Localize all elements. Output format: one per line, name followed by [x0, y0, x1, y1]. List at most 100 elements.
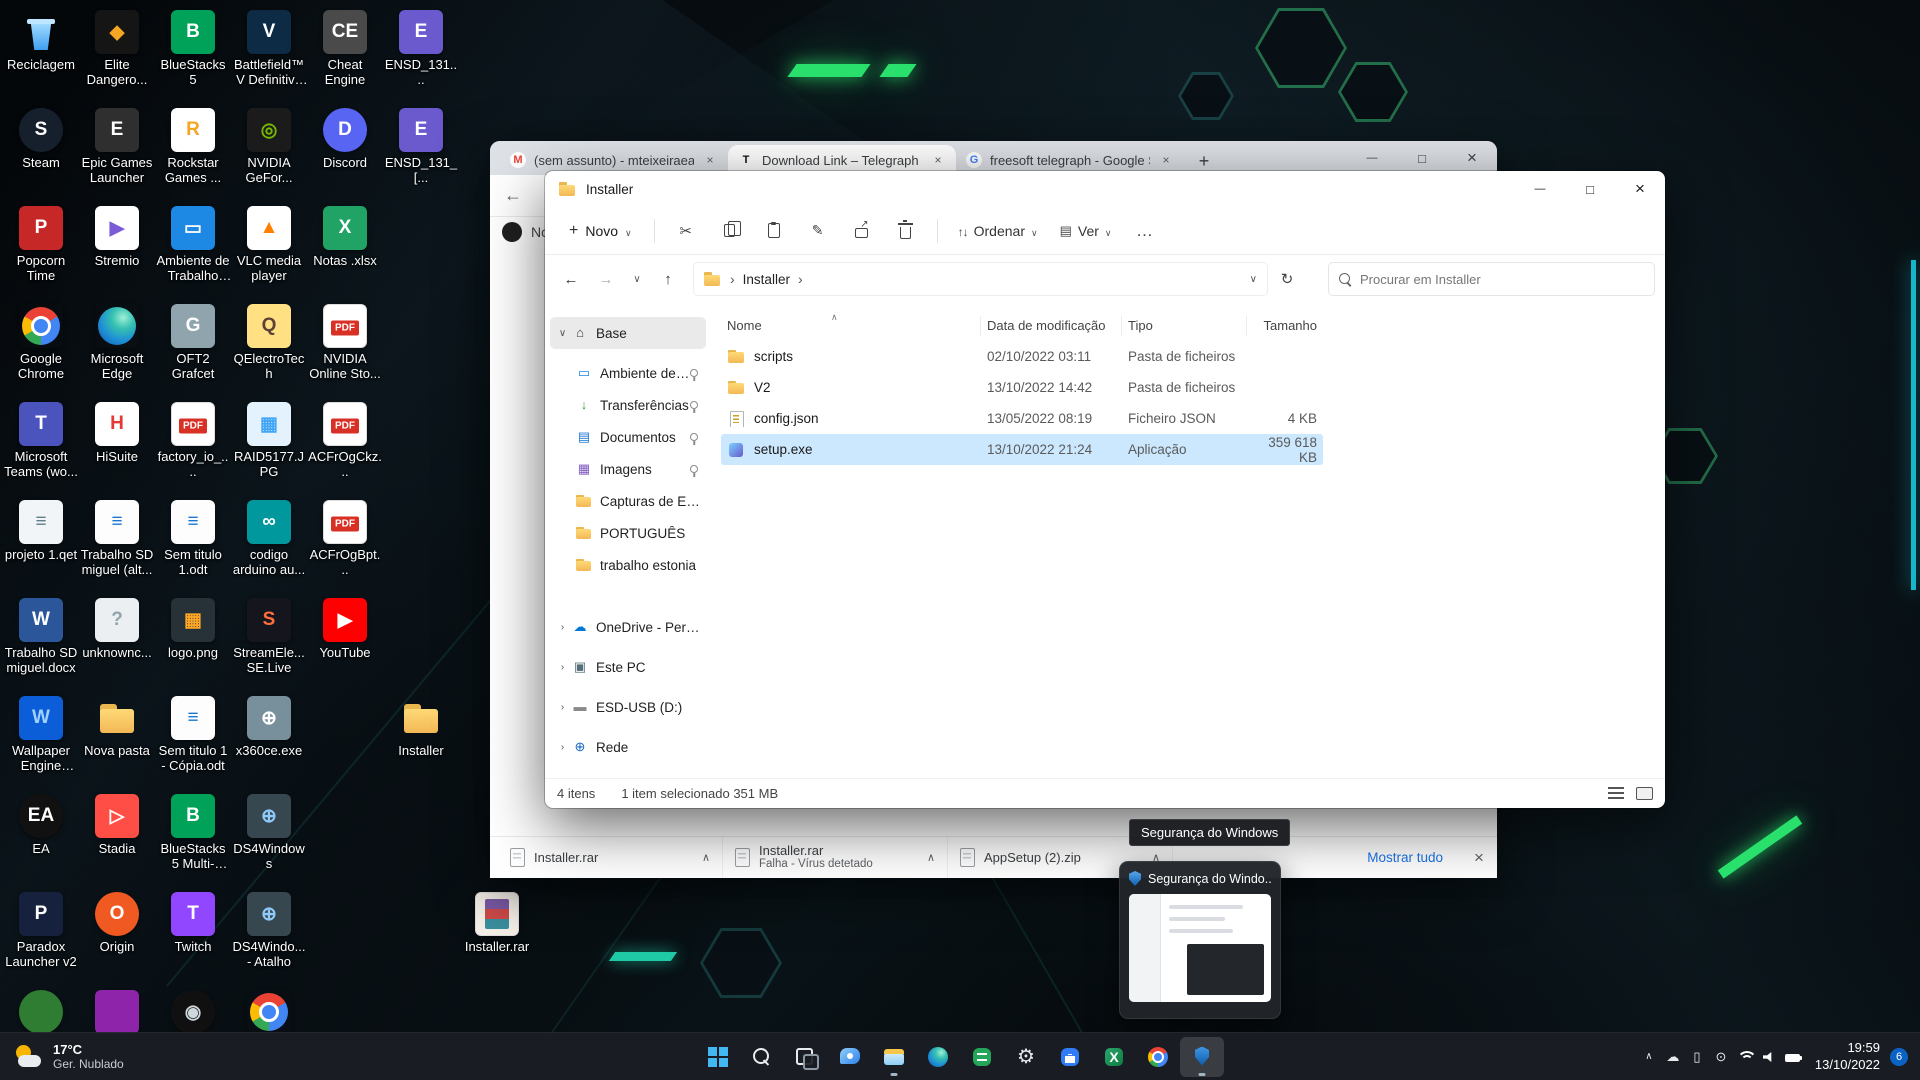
taskbar-windows-security[interactable]: [1180, 1037, 1224, 1077]
desktop-icon[interactable]: ▶ YouTube: [308, 598, 382, 661]
desktop-icon[interactable]: E ENSD_131....: [384, 10, 458, 88]
file-row[interactable]: setup.exe 13/10/2022 21:24 Aplicação 359…: [721, 434, 1323, 465]
back-icon[interactable]: [504, 185, 522, 206]
desktop-icon[interactable]: X Notas .xlsx: [308, 206, 382, 269]
desktop-icon[interactable]: ▷ Stadia: [80, 794, 154, 857]
desktop-icon[interactable]: ▦ logo.png: [156, 598, 230, 661]
taskbar-excel[interactable]: [1092, 1037, 1136, 1077]
desktop-icon[interactable]: ≡ projeto 1.qet: [4, 500, 78, 563]
sidebar-item[interactable]: ▭ Ambiente de tra...: [550, 357, 706, 389]
sidebar-item[interactable]: ↓ Transferências: [550, 389, 706, 421]
column-header-size[interactable]: Tamanho: [1247, 316, 1323, 336]
sidebar-item[interactable]: Capturas de Ecrã: [550, 485, 706, 517]
taskbar-search[interactable]: [740, 1037, 784, 1077]
file-row[interactable]: scripts 02/10/2022 03:11 Pasta de fichei…: [721, 341, 1323, 372]
desktop-icon[interactable]: ≡ Sem titulo 1.odt: [156, 500, 230, 578]
clock[interactable]: 19:59 13/10/2022: [1815, 1040, 1880, 1073]
cut-button[interactable]: [665, 213, 707, 249]
notification-badge[interactable]: 6: [1890, 1048, 1908, 1066]
chevron-icon[interactable]: ›: [555, 702, 570, 713]
share-button[interactable]: [841, 213, 883, 249]
rename-button[interactable]: [797, 213, 839, 249]
download-item[interactable]: Installer.rar: [498, 837, 723, 878]
close-button[interactable]: [1447, 141, 1497, 175]
desktop-icon[interactable]: ACFrOgBpt...: [308, 500, 382, 578]
desktop-icon[interactable]: ⊕ DS4Windows: [232, 794, 306, 872]
battery-icon[interactable]: [1781, 1043, 1805, 1071]
weather-widget[interactable]: 17°C Ger. Nublado: [0, 1033, 138, 1080]
desktop-icon[interactable]: R Rockstar Games ...: [156, 108, 230, 186]
taskbar-chrome[interactable]: [1136, 1037, 1180, 1077]
sidebar-item[interactable]: PORTUGUÊS: [550, 517, 706, 549]
desktop-icon[interactable]: ACFrOgCkz...: [308, 402, 382, 480]
sort-button[interactable]: Ordenar: [948, 215, 1048, 247]
download-item[interactable]: Installer.rar Falha - Vírus detetado: [723, 837, 948, 878]
minimize-button[interactable]: [1515, 171, 1565, 207]
file-row[interactable]: config.json 13/05/2022 08:19 Ficheiro JS…: [721, 403, 1323, 434]
taskbar-store[interactable]: [1048, 1037, 1092, 1077]
desktop-icon[interactable]: W Trabalho SD miguel.docx: [4, 598, 78, 676]
mic-icon[interactable]: ⊙: [1709, 1043, 1733, 1071]
preview-thumbnail[interactable]: [1129, 894, 1271, 1002]
taskbar-chat[interactable]: [828, 1037, 872, 1077]
sidebar-item[interactable]: trabalho estonia: [550, 549, 706, 581]
copy-button[interactable]: [709, 213, 751, 249]
desktop-icon[interactable]: ▭ Ambiente de Trabalho R...: [156, 206, 230, 284]
desktop-icon[interactable]: ∞ codigo arduino au...: [232, 500, 306, 578]
desktop-icon[interactable]: P Paradox Launcher v2: [4, 892, 78, 970]
chevron-icon[interactable]: ›: [555, 662, 570, 673]
taskbar-edge[interactable]: [916, 1037, 960, 1077]
recent-locations-button[interactable]: [625, 263, 649, 295]
onedrive-icon[interactable]: ☁: [1661, 1043, 1685, 1071]
taskbar-start[interactable]: [696, 1037, 740, 1077]
maximize-button[interactable]: [1565, 171, 1615, 207]
column-header-modified[interactable]: Data de modificação: [981, 316, 1122, 336]
minimize-button[interactable]: [1347, 141, 1397, 175]
forward-button[interactable]: [590, 263, 622, 295]
desktop-icon[interactable]: T Twitch: [156, 892, 230, 955]
wifi-icon[interactable]: [1733, 1043, 1757, 1071]
desktop-icon[interactable]: ▲ VLC media player: [232, 206, 306, 284]
desktop-icon[interactable]: Reciclagem: [4, 10, 78, 73]
sidebar-item[interactable]: › ▣ Este PC: [550, 651, 706, 683]
desktop-icon[interactable]: Google Chrome: [4, 304, 78, 382]
column-header-name[interactable]: Nome: [721, 316, 981, 336]
taskbar-preview-flyout[interactable]: Segurança do Windo...: [1119, 861, 1281, 1019]
desktop-icon[interactable]: factory_io_....: [156, 402, 230, 480]
chevron-up-icon[interactable]: [927, 851, 935, 864]
desktop-icon[interactable]: ▦ RAID5177.JPG: [232, 402, 306, 480]
desktop-icon[interactable]: O Origin: [80, 892, 154, 955]
desktop-icon[interactable]: [80, 990, 154, 1034]
refresh-button[interactable]: [1271, 263, 1303, 295]
close-button[interactable]: [1615, 171, 1665, 207]
tab-close-icon[interactable]: [1158, 152, 1174, 168]
file-row[interactable]: V2 13/10/2022 14:42 Pasta de ficheiros: [721, 372, 1323, 403]
paste-button[interactable]: [753, 213, 795, 249]
tab-close-icon[interactable]: [930, 152, 946, 168]
desktop-icon[interactable]: Nova pasta: [80, 696, 154, 759]
taskbar-file-explorer[interactable]: [872, 1037, 916, 1077]
desktop-icon[interactable]: [232, 990, 306, 1034]
column-header-type[interactable]: Tipo: [1122, 316, 1247, 336]
sidebar-item[interactable]: ▤ Documentos: [550, 421, 706, 453]
sidebar-item[interactable]: › ▬ ESD-USB (D:): [550, 691, 706, 723]
hidden-icons-chevron[interactable]: ∧: [1637, 1043, 1661, 1071]
desktop-icon[interactable]: NVIDIA Online Sto...: [308, 304, 382, 382]
desktop-icon[interactable]: P Popcorn Time: [4, 206, 78, 284]
volume-icon[interactable]: [1757, 1043, 1781, 1071]
desktop-icon[interactable]: Microsoft Edge: [80, 304, 154, 382]
sidebar-item[interactable]: ▦ Imagens: [550, 453, 706, 485]
desktop-icon[interactable]: B BlueStacks 5: [156, 10, 230, 88]
desktop-icon[interactable]: Installer.rar: [460, 892, 534, 955]
taskbar-green-app[interactable]: [960, 1037, 1004, 1077]
large-icons-view-icon[interactable]: [1636, 787, 1653, 800]
desktop-icon[interactable]: ≡ Sem titulo 1 - Cópia.odt: [156, 696, 230, 774]
desktop-icon[interactable]: Q QElectroTech: [232, 304, 306, 382]
desktop-icon[interactable]: ⊕ DS4Windo... - Atalho: [232, 892, 306, 970]
taskbar-settings[interactable]: [1004, 1037, 1048, 1077]
breadcrumb-segment[interactable]: Installer: [743, 272, 790, 287]
desktop-icon[interactable]: V Battlefield™ V Definitive n...: [232, 10, 306, 88]
desktop-icon[interactable]: ◆ Elite Dangero...: [80, 10, 154, 88]
desktop-icon[interactable]: ? unknownc...: [80, 598, 154, 661]
desktop-icon[interactable]: D Discord: [308, 108, 382, 171]
